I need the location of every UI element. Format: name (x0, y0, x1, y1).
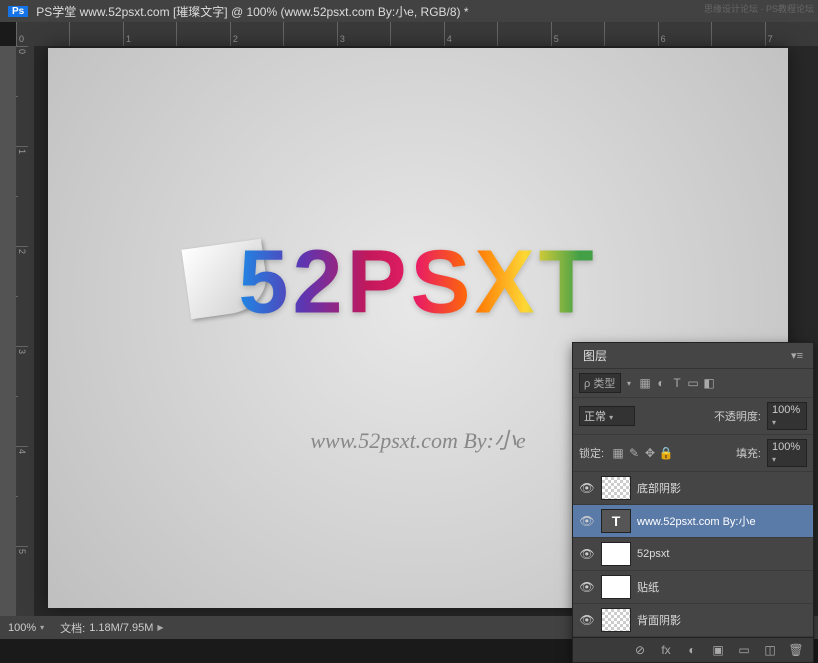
visibility-eye-icon[interactable]: 👁 (579, 514, 595, 528)
zoom-level[interactable]: 100% ▾ (8, 622, 44, 634)
ruler-tick (390, 22, 443, 46)
ruler-tick (16, 96, 18, 146)
artwork-subtext: www.52psxt.com By:小e (310, 423, 525, 455)
panel-footer-icon[interactable]: fx (657, 642, 675, 658)
layer-list[interactable]: 👁 底部阴影 👁 Twww.52psxt.com By:小e 👁 52psxt 👁 贴纸 👁 背面… (573, 472, 813, 637)
layer-name[interactable]: 贴纸 (637, 579, 659, 595)
layer-filter-icon[interactable]: ▭ (685, 375, 701, 391)
main-artwork-text: 52PSXT (238, 232, 597, 335)
panel-footer-icon[interactable]: ⊘ (631, 642, 649, 658)
lock-label: 锁定: (579, 445, 604, 461)
layer-thumbnail[interactable] (601, 575, 631, 599)
layer-filter-icon[interactable]: ▦ (637, 375, 653, 391)
ruler-tick: 3 (16, 346, 28, 396)
layer-search[interactable]: ρ 类型 (579, 373, 621, 393)
left-toolbar-strip[interactable] (0, 46, 16, 616)
ruler-tick: 1 (16, 146, 28, 196)
panel-footer-icon[interactable]: ◐ (683, 642, 701, 658)
ruler-tick (283, 22, 336, 46)
layer-row[interactable]: 👁 背面阴影 (573, 604, 813, 637)
layers-tab-label[interactable]: 图层 (583, 347, 607, 364)
panel-footer-icon[interactable]: 🗑 (787, 642, 805, 658)
chevron-right-icon[interactable]: ▶ (157, 623, 163, 632)
layer-thumbnail[interactable] (601, 476, 631, 500)
ruler-tick: 2 (230, 22, 283, 46)
ruler-tick (69, 22, 122, 46)
ruler-tick (497, 22, 550, 46)
ruler-tick: 1 (123, 22, 176, 46)
lock-icon[interactable]: ▦ (610, 445, 626, 461)
ruler-tick (16, 196, 18, 246)
layer-row[interactable]: 👁 52psxt (573, 538, 813, 571)
layer-row[interactable]: 👁 贴纸 (573, 571, 813, 604)
lock-icon[interactable]: ✥ (642, 445, 658, 461)
blend-mode-select[interactable]: 正常 ▾ (579, 406, 635, 426)
layer-filter-row: ρ 类型 ▾ ▦◐T▭◧ (573, 369, 813, 398)
layers-panel-tab[interactable]: 图层 ▾≡ (573, 343, 813, 369)
opacity-value[interactable]: 100% ▾ (767, 402, 807, 430)
ruler-tick: 6 (658, 22, 711, 46)
lock-icon[interactable]: 🔒 (658, 445, 674, 461)
layer-filter-icon[interactable]: ◧ (701, 375, 717, 391)
layer-row[interactable]: 👁 底部阴影 (573, 472, 813, 505)
panel-footer-icon[interactable]: ▭ (735, 642, 753, 658)
panel-menu-icon[interactable]: ▾≡ (791, 349, 803, 362)
ruler-tick: 5 (551, 22, 604, 46)
app-icon: Ps (8, 6, 28, 17)
visibility-eye-icon[interactable]: 👁 (579, 547, 595, 561)
visibility-eye-icon[interactable]: 👁 (579, 613, 595, 627)
ruler-tick (16, 296, 18, 346)
panel-footer-icon[interactable]: ▣ (709, 642, 727, 658)
layer-name[interactable]: 背面阴影 (637, 612, 681, 628)
ruler-tick: 4 (16, 446, 28, 496)
visibility-eye-icon[interactable]: 👁 (579, 580, 595, 594)
layer-thumbnail[interactable] (601, 542, 631, 566)
ruler-tick: 0 (16, 46, 28, 96)
layer-name[interactable]: 底部阴影 (637, 480, 681, 496)
ruler-tick: 0 (16, 22, 69, 46)
ruler-tick (176, 22, 229, 46)
layer-name[interactable]: www.52psxt.com By:小e (637, 513, 756, 529)
fill-label: 填充: (736, 445, 761, 461)
ruler-tick (711, 22, 764, 46)
layer-thumbnail[interactable]: T (601, 509, 631, 533)
layers-panel[interactable]: 图层 ▾≡ ρ 类型 ▾ ▦◐T▭◧ 正常 ▾ 不透明度: 100% ▾ 锁定:… (572, 342, 814, 663)
visibility-eye-icon[interactable]: 👁 (579, 481, 595, 495)
corner-watermark: 思缘设计论坛 · PS教程论坛 (704, 2, 814, 15)
layer-name[interactable]: 52psxt (637, 548, 669, 560)
lock-fill-row: 锁定: ▦✎✥🔒 填充: 100% ▾ (573, 435, 813, 472)
fill-value[interactable]: 100% ▾ (767, 439, 807, 467)
filter-dropdown-icon[interactable]: ▾ (627, 379, 631, 388)
layer-filter-icon[interactable]: T (669, 375, 685, 391)
ruler-tick: 2 (16, 246, 28, 296)
doc-size[interactable]: 文档:1.18M/7.95M ▶ (60, 620, 163, 636)
ruler-tick: 5 (16, 546, 28, 596)
panel-footer-icon[interactable]: ◫ (761, 642, 779, 658)
layer-filter-icon[interactable]: ◐ (653, 375, 669, 391)
layer-thumbnail[interactable] (601, 608, 631, 632)
ruler-horizontal: 0 1 2 3 4 5 6 7 (16, 22, 818, 46)
opacity-label: 不透明度: (714, 408, 761, 424)
ruler-vertical: 0 1 2 3 4 5 (16, 46, 34, 616)
lock-icon[interactable]: ✎ (626, 445, 642, 461)
document-title: PS学堂 www.52psxt.com [璀璨文字] @ 100% (www.5… (36, 3, 468, 20)
ruler-tick: 4 (444, 22, 497, 46)
layers-panel-footer: ⊘ fx ◐ ▣ ▭ ◫ 🗑 (573, 637, 813, 662)
ruler-tick (16, 496, 18, 546)
blend-opacity-row: 正常 ▾ 不透明度: 100% ▾ (573, 398, 813, 435)
ruler-tick (16, 396, 18, 446)
titlebar: Ps PS学堂 www.52psxt.com [璀璨文字] @ 100% (ww… (0, 0, 818, 22)
ruler-tick: 3 (337, 22, 390, 46)
layer-row[interactable]: 👁 Twww.52psxt.com By:小e (573, 505, 813, 538)
ruler-tick: 7 (765, 22, 818, 46)
ruler-tick (604, 22, 657, 46)
